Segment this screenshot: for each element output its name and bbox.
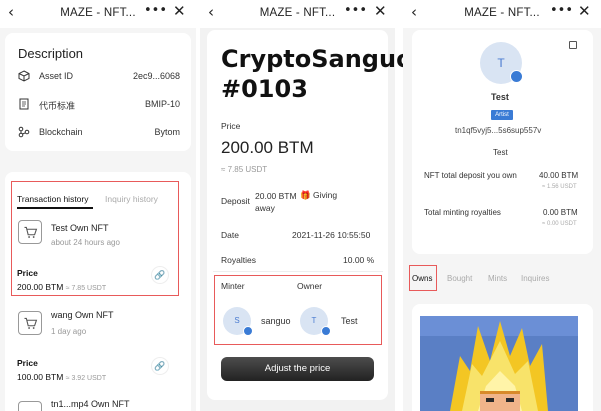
divider xyxy=(213,271,383,272)
giving-label: Giving xyxy=(312,190,338,200)
transaction-title: wang Own NFT xyxy=(51,310,114,320)
close-icon[interactable]: ✕ xyxy=(374,2,387,20)
link-icon[interactable]: 🔗 xyxy=(151,357,169,375)
date-label: Date xyxy=(221,230,239,240)
price-value: 100.00 BTM ≈ 3.92 USDT xyxy=(17,372,106,382)
owner-label: Owner xyxy=(297,281,323,291)
cart-icon xyxy=(18,311,42,335)
price-value: 200.00 BTM ≈ 7.85 USDT xyxy=(17,282,106,292)
row-label: Asset ID xyxy=(39,71,74,81)
profile-name: Test xyxy=(491,92,509,102)
close-icon[interactable]: ✕ xyxy=(578,2,591,20)
date-value: 2021-11-26 10:55:50 xyxy=(292,230,371,240)
price-usdt: ≈ 7.85 USDT xyxy=(65,285,107,292)
tab-mints[interactable]: Mints xyxy=(488,274,507,283)
row-value: BMIP-10 xyxy=(144,99,180,109)
panel-nft-description: ‹ MAZE - NFT... ••• ✕ Description Asset … xyxy=(0,0,196,411)
stat-label: Total minting royalties xyxy=(424,208,501,217)
more-icon[interactable]: ••• xyxy=(344,3,367,18)
price-usdt: ≈ 7.85 USDT xyxy=(221,165,268,174)
adjust-price-button[interactable]: Adjust the price xyxy=(221,357,374,381)
price-usdt: ≈ 3.92 USDT xyxy=(65,375,107,382)
nft-thumbnail[interactable] xyxy=(420,316,578,411)
row-asset-id: Asset ID 2ec9...6068 xyxy=(18,70,180,84)
document-icon xyxy=(19,98,29,110)
tab-owns[interactable]: Owns xyxy=(412,274,432,283)
wallet-address[interactable]: tn1qf5vyj5...5s6sup557v xyxy=(455,126,541,135)
artist-badge: Artist xyxy=(491,110,513,120)
deposit-amount: 20.00 BTM xyxy=(255,191,297,201)
transaction-time: about 24 hours ago xyxy=(51,238,120,247)
top-bar: ‹ MAZE - NFT... ••• ✕ xyxy=(0,0,196,28)
row-token-standard: 代币标准 BMIP-10 xyxy=(18,98,180,112)
price-amount: 200.00 BTM xyxy=(17,282,64,292)
minter-label: Minter xyxy=(221,281,245,291)
stat-value: 40.00 BTM xyxy=(539,171,579,180)
top-bar: ‹ MAZE - NFT... ••• ✕ xyxy=(200,0,395,28)
row-label: Blockchain xyxy=(39,127,83,137)
nft-title: CryptoSanguo #0103 xyxy=(221,44,413,104)
stat-usdt: ≈ 0.00 USDT xyxy=(542,221,577,227)
row-value: 2ec9...6068 xyxy=(132,71,180,81)
price-value: 200.00 BTM xyxy=(221,138,314,157)
transaction-title: Test Own NFT xyxy=(51,223,109,233)
cube-icon xyxy=(18,70,30,82)
cart-icon xyxy=(18,220,42,244)
stat-usdt: ≈ 1.56 USDT xyxy=(542,184,577,190)
verified-icon xyxy=(321,326,331,336)
row-label: 代币标准 xyxy=(39,101,76,111)
giving-button[interactable]: 🎁 Giving xyxy=(300,190,357,204)
transaction-time: 1 day ago xyxy=(51,327,87,336)
top-bar: ‹ MAZE - NFT... ••• ✕ xyxy=(403,0,601,28)
row-blockchain: Blockchain Bytom xyxy=(18,126,180,140)
price-label: Price xyxy=(17,268,38,278)
owner-name[interactable]: Test xyxy=(341,316,358,326)
description-title: Description xyxy=(18,46,84,61)
price-label: Price xyxy=(221,121,241,131)
deposit-away: away xyxy=(255,203,275,213)
edit-icon[interactable] xyxy=(569,41,577,49)
chain-icon xyxy=(18,126,30,138)
profile-subname: Test xyxy=(493,148,508,157)
royalties-value: 10.00 % xyxy=(343,255,375,265)
deposit-label: Deposit xyxy=(221,196,250,206)
nft-title-number: #0103 xyxy=(221,75,308,103)
verified-icon xyxy=(243,326,253,336)
cart-icon xyxy=(18,401,42,411)
tab-inquires[interactable]: Inquires xyxy=(521,274,549,283)
royalties-label: Royalties xyxy=(221,255,256,265)
stat-label: NFT total deposit you own xyxy=(424,171,517,180)
price-label: Price xyxy=(17,358,38,368)
stat-value: 0.00 BTM xyxy=(543,208,578,217)
tab-bought[interactable]: Bought xyxy=(447,274,472,283)
price-amount: 100.00 BTM xyxy=(17,372,64,382)
more-icon[interactable]: ••• xyxy=(144,3,167,18)
transaction-title: tn1...mp4 Own NFT xyxy=(51,399,130,409)
gift-icon: 🎁 xyxy=(300,191,311,201)
close-icon[interactable]: ✕ xyxy=(173,2,186,20)
deposit-value: 20.00 BTM away xyxy=(255,190,297,214)
nft-title-name: CryptoSanguo xyxy=(221,45,413,73)
row-value: Bytom xyxy=(154,127,180,137)
more-icon[interactable]: ••• xyxy=(550,3,573,18)
minter-name[interactable]: sanguo xyxy=(261,316,291,326)
verified-icon xyxy=(510,70,523,83)
link-icon[interactable]: 🔗 xyxy=(151,266,169,284)
